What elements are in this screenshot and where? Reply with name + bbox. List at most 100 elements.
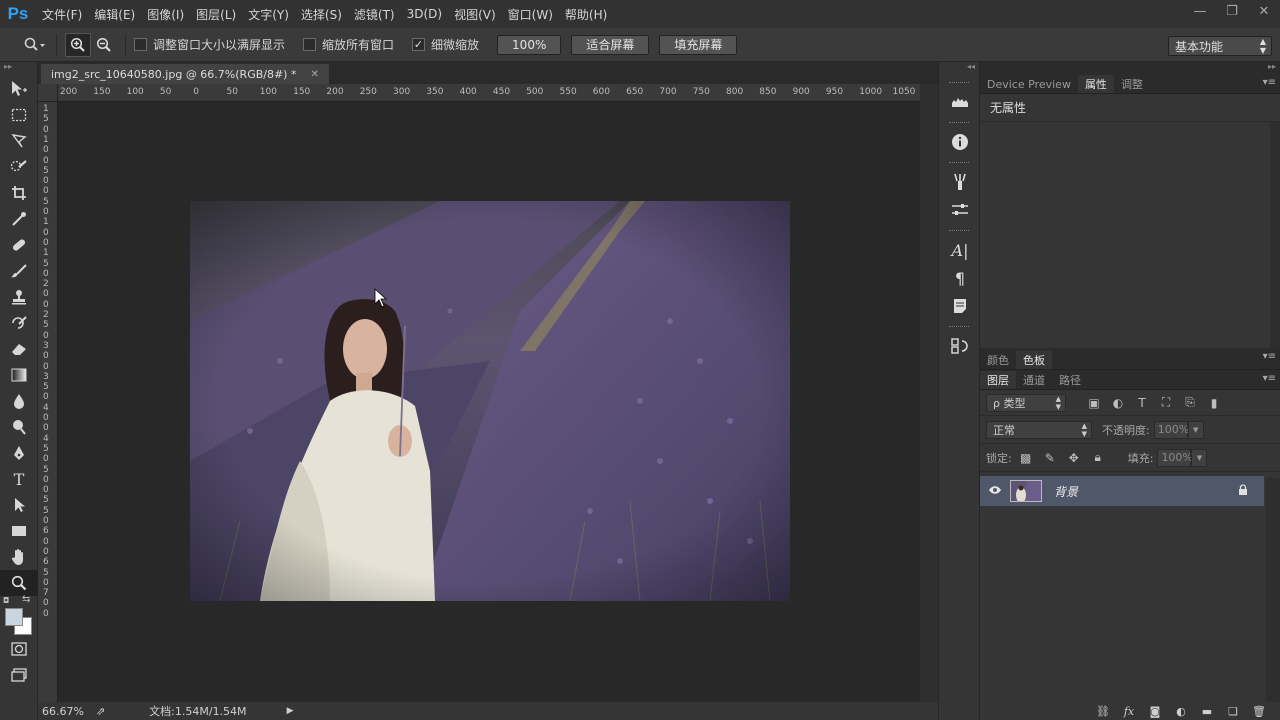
blend-mode-select[interactable]: 正常 ▲ ▼ [986,420,1092,439]
fit-screen-button[interactable]: 适合屏幕 [571,34,650,55]
collapse-arrows-icon[interactable]: ▸▸ [0,62,37,76]
swap-colors-icon[interactable]: ⇆ [22,594,30,605]
marquee-tool-icon[interactable] [0,102,38,128]
shape-filter-icon[interactable]: ⛶ [1154,395,1178,410]
scrubby-zoom-option[interactable]: ✓ 细微缩放 [412,36,479,53]
tab-adjustments[interactable]: 调整 [1114,75,1150,93]
new-group-icon[interactable]: ▬ [1194,705,1220,718]
healing-brush-tool-icon[interactable] [0,232,38,258]
character-icon[interactable]: A| [939,236,981,264]
pixel-filter-icon[interactable]: ▣ [1082,396,1106,410]
menu-view[interactable]: 视图(V) [448,0,502,28]
zoom-tool-icon[interactable] [0,570,38,596]
menu-type[interactable]: 文字(Y) [242,0,295,28]
document-image[interactable] [190,201,790,601]
fill-input[interactable]: 100% [1157,448,1193,467]
collapse-arrows-icon[interactable]: ▸▸ [980,62,1280,74]
adjustments-sliders-icon[interactable] [939,196,981,224]
paragraph-icon[interactable]: ¶ [939,264,981,292]
menu-3d[interactable]: 3D(D) [401,0,448,28]
path-selection-tool-icon[interactable] [0,492,38,518]
layer-name[interactable]: 背景 [1054,483,1078,500]
export-icon[interactable]: ⇗ [96,705,105,718]
type-tool-icon[interactable]: T [0,466,38,492]
actual-pixels-button[interactable]: 100% [497,34,562,55]
foreground-color-swatch[interactable] [5,608,23,626]
pen-tool-icon[interactable] [0,440,38,466]
document-tab[interactable]: img2_src_10640580.jpg @ 66.7%(RGB/8#) * … [41,64,329,84]
restore-button[interactable]: ❐ [1216,0,1248,22]
zoom-tool-preset-icon[interactable] [22,33,48,57]
menu-select[interactable]: 选择(S) [295,0,348,28]
panel-menu-icon[interactable]: ▾≡ [1263,77,1276,88]
eyedropper-tool-icon[interactable] [0,206,38,232]
zoom-level[interactable]: 66.67% [42,705,84,718]
resize-windows-option[interactable]: 调整窗口大小以满屏显示 [134,36,285,53]
canvas-area[interactable] [58,102,920,702]
default-colors-icon[interactable]: ◘ [3,596,9,605]
menu-filter[interactable]: 滤镜(T) [348,0,401,28]
layer-filter-select[interactable]: ρ 类型 ▲ ▼ [986,393,1066,412]
zoom-all-windows-checkbox[interactable] [303,38,317,51]
horizontal-ruler[interactable]: 200 150 100 50 0 50 100 150 200 250 300 350 400 450 50… [58,84,920,102]
lock-position-icon[interactable]: ✥ [1062,451,1086,465]
lasso-tool-icon[interactable] [0,128,38,154]
workspace-select[interactable]: 基本功能 ▲ ▼ [1168,36,1272,56]
tab-properties[interactable]: 属性 [1077,75,1114,93]
eraser-tool-icon[interactable] [0,336,38,362]
menu-layer[interactable]: 图层(L) [190,0,242,28]
opacity-dropdown-icon[interactable]: ▼ [1187,420,1204,439]
panel-menu-icon[interactable]: ▾≡ [1263,351,1276,362]
brush-tool-icon[interactable] [0,258,38,284]
info-icon[interactable] [939,128,981,156]
menu-edit[interactable]: 编辑(E) [88,0,141,28]
new-adjustment-layer-icon[interactable]: ◐ [1168,705,1194,718]
zoom-all-windows-option[interactable]: 缩放所有窗口 [303,36,394,53]
tab-channels[interactable]: 通道 [1016,371,1052,389]
visibility-eye-icon[interactable] [980,484,1010,499]
type-filter-icon[interactable]: T [1130,396,1154,410]
scrubby-zoom-checkbox[interactable]: ✓ [412,38,426,51]
hand-tool-icon[interactable] [0,544,38,570]
dodge-tool-icon[interactable] [0,414,38,440]
close-button[interactable]: ✕ [1248,0,1280,22]
smart-object-filter-icon[interactable]: ⎘ [1178,395,1202,410]
move-tool-icon[interactable] [0,76,38,102]
history-icon[interactable] [939,332,981,360]
layer-row-background[interactable]: 背景 [980,476,1264,506]
quick-selection-tool-icon[interactable] [0,154,38,180]
clone-stamp-tool-icon[interactable] [0,284,38,310]
menu-window[interactable]: 窗口(W) [502,0,559,28]
lock-image-pixels-icon[interactable]: ✎ [1038,451,1062,465]
fill-dropdown-icon[interactable]: ▼ [1191,448,1208,467]
new-layer-icon[interactable]: ❏ [1220,705,1246,718]
tab-layers[interactable]: 图层 [980,371,1016,389]
tab-swatches[interactable]: 色板 [1016,351,1052,369]
lock-all-icon[interactable]: 🔒︎ [1086,450,1110,465]
menu-help[interactable]: 帮助(H) [559,0,613,28]
delete-layer-icon[interactable]: 🗑︎ [1246,705,1272,718]
quick-mask-icon[interactable] [0,636,38,662]
rectangle-tool-icon[interactable] [0,518,38,544]
menu-file[interactable]: 文件(F) [36,0,88,28]
minimize-button[interactable]: — [1184,0,1216,22]
layers-scrollbar[interactable] [1266,478,1280,702]
tab-paths[interactable]: 路径 [1052,371,1088,389]
link-layers-icon[interactable]: ⛓ [1090,705,1116,718]
zoom-out-icon[interactable] [91,33,117,57]
close-document-icon[interactable]: ✕ [310,69,318,80]
adjustment-filter-icon[interactable]: ◐ [1106,396,1130,410]
tab-device-preview[interactable]: Device Preview [980,75,1078,93]
crop-tool-icon[interactable] [0,180,38,206]
opacity-input[interactable]: 100% [1153,420,1189,439]
resize-windows-checkbox[interactable] [134,38,147,51]
fill-screen-button[interactable]: 填充屏幕 [659,34,738,55]
tab-color[interactable]: 颜色 [980,351,1016,369]
history-brush-tool-icon[interactable] [0,310,38,336]
layer-style-fx-icon[interactable]: fx [1116,705,1142,718]
filter-toggle-icon[interactable]: ▮ [1202,396,1226,410]
vertical-ruler[interactable]: 1501005005010015020025030035040045050055… [38,102,58,702]
ruler-origin[interactable] [38,84,58,102]
blur-tool-icon[interactable] [0,388,38,414]
menu-image[interactable]: 图像(I) [141,0,190,28]
